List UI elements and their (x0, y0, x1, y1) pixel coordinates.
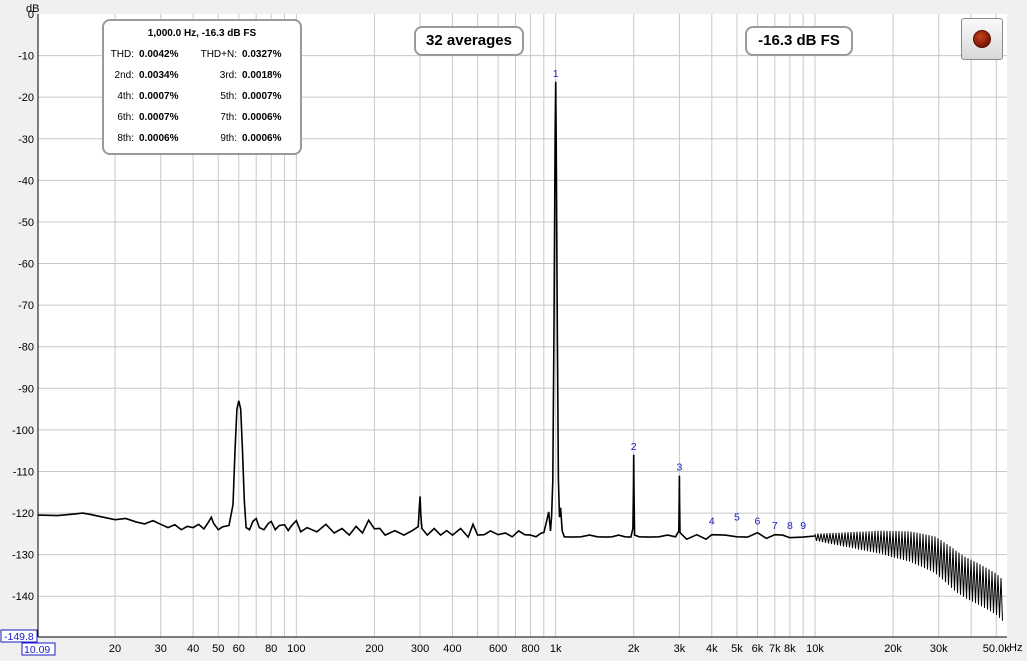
y-tick-label: -10 (18, 51, 34, 63)
harmonic-marker-label: 1 (553, 68, 559, 80)
stat-value: 0.0034% (139, 70, 179, 81)
y-tick-label: -80 (18, 342, 34, 354)
x-tick-label: 300 (411, 643, 429, 655)
stat-label: 9th: (220, 133, 237, 144)
x-tick-label: 600 (489, 643, 507, 655)
stat-value: 0.0042% (139, 49, 179, 60)
y-tick-label: -60 (18, 259, 34, 271)
x-tick-label: 2k (628, 643, 640, 655)
stat-value: 0.0327% (242, 49, 282, 60)
x-tick-label: 7k (769, 643, 781, 655)
stat-value: 0.0006% (139, 133, 179, 144)
stat-label: THD+N: (200, 49, 237, 60)
stat-row: 5th: 0.0007% (192, 91, 292, 105)
harmonic-marker-label: 3 (676, 462, 682, 474)
y-tick-label: -100 (12, 425, 34, 437)
y-tick-label: -130 (12, 550, 34, 562)
y-tick-label: -30 (18, 134, 34, 146)
x-tick-label: 20 (109, 643, 121, 655)
x-tick-label: 10k (806, 643, 824, 655)
harmonic-marker-label: 4 (709, 516, 715, 528)
x-tick-label: 4k (706, 643, 718, 655)
x-tick-label: 80 (265, 643, 277, 655)
stat-row: 2nd: 0.0034% (104, 70, 204, 84)
x-tick-labels: 20 30 40 50 60 80 100 200 300 400 600 800 1k 2k 3k 4k 5k… (109, 643, 1010, 655)
stat-row: 8th: 0.0006% (104, 133, 204, 147)
averages-readout: 32 averages (414, 26, 524, 56)
x-tick-label: 40 (187, 643, 199, 655)
x-tick-label: 8k (784, 643, 796, 655)
stat-row: 6th: 0.0007% (104, 112, 204, 126)
stat-label: 3rd: (219, 70, 237, 81)
record-icon (973, 30, 991, 48)
stat-label: 7th: (220, 112, 237, 123)
stat-value: 0.0007% (139, 112, 179, 123)
x-tick-label: 3k (674, 643, 686, 655)
spectrum-analyzer: 0 -10 -20 -30 -40 -50 -60 -70 -80 -90 -100 -110 -120… (0, 0, 1027, 661)
stat-value: 0.0007% (242, 91, 282, 102)
x-tick-label: 1k (550, 643, 562, 655)
fundamental-readout: 1,000.0 Hz, -16.3 dB FS (147, 28, 257, 39)
stat-label: 2nd: (114, 70, 134, 81)
y-tick-labels: 0-10-20-30-40-50-60-70-80-90-100-110-120… (12, 9, 34, 603)
record-button[interactable] (961, 18, 1003, 60)
level-readout: -16.3 dB FS (745, 26, 853, 56)
x-tick-label: 30 (155, 643, 167, 655)
stat-row: 7th: 0.0006% (192, 112, 292, 126)
x-tick-label: 5k (731, 643, 743, 655)
x-min-value[interactable]: 10.09 (24, 644, 50, 656)
x-tick-label: 6k (752, 643, 764, 655)
y-tick-label: -70 (18, 300, 34, 312)
x-tick-label: 100 (287, 643, 305, 655)
stat-row: THD+N: 0.0327% (192, 49, 292, 63)
harmonic-marker-label: 5 (734, 512, 740, 524)
stat-row: 3rd: 0.0018% (192, 70, 292, 84)
y-tick-label: -90 (18, 383, 34, 395)
x-tick-label: 30k (930, 643, 948, 655)
stat-label: 8th: (117, 133, 134, 144)
stat-label: 4th: (117, 91, 134, 102)
harmonic-marker-label: 9 (800, 520, 806, 532)
harmonic-marker-label: 8 (787, 520, 793, 532)
stat-value: 0.0006% (242, 112, 282, 123)
x-tick-label: 800 (521, 643, 539, 655)
stat-label: 6th: (117, 112, 134, 123)
y-tick-label: -120 (12, 508, 34, 520)
stat-value: 0.0007% (139, 91, 179, 102)
x-tick-label: 400 (443, 643, 461, 655)
y-tick-label: -140 (12, 591, 34, 603)
distortion-readout-panel: 1,000.0 Hz, -16.3 dB FS THD: 0.0042% THD+N… (102, 19, 302, 155)
x-unit-label: Hz (1009, 642, 1022, 654)
stat-value: 0.0018% (242, 70, 282, 81)
stat-row: THD: 0.0042% (104, 49, 204, 63)
stat-label: THD: (110, 49, 134, 60)
x-tick-label: 50 (212, 643, 224, 655)
x-tick-label: 60 (233, 643, 245, 655)
x-tick-label: 200 (365, 643, 383, 655)
y-unit-label: dB (26, 3, 39, 15)
harmonic-marker-label: 2 (631, 441, 637, 453)
x-tick-label: 50.0k (983, 643, 1010, 655)
stat-label: 5th: (220, 91, 237, 102)
y-tick-label: -20 (18, 92, 34, 104)
stat-value: 0.0006% (242, 133, 282, 144)
y-tick-label: -110 (13, 466, 34, 478)
x-tick-label: 20k (884, 643, 902, 655)
harmonic-marker-label: 6 (755, 516, 761, 528)
y-min-value[interactable]: -149.8 (4, 631, 34, 643)
stat-row: 4th: 0.0007% (104, 91, 204, 105)
harmonic-marker-label: 7 (772, 520, 778, 532)
stat-row: 9th: 0.0006% (192, 133, 292, 147)
y-tick-label: -50 (18, 217, 34, 229)
y-tick-label: -40 (18, 175, 34, 187)
